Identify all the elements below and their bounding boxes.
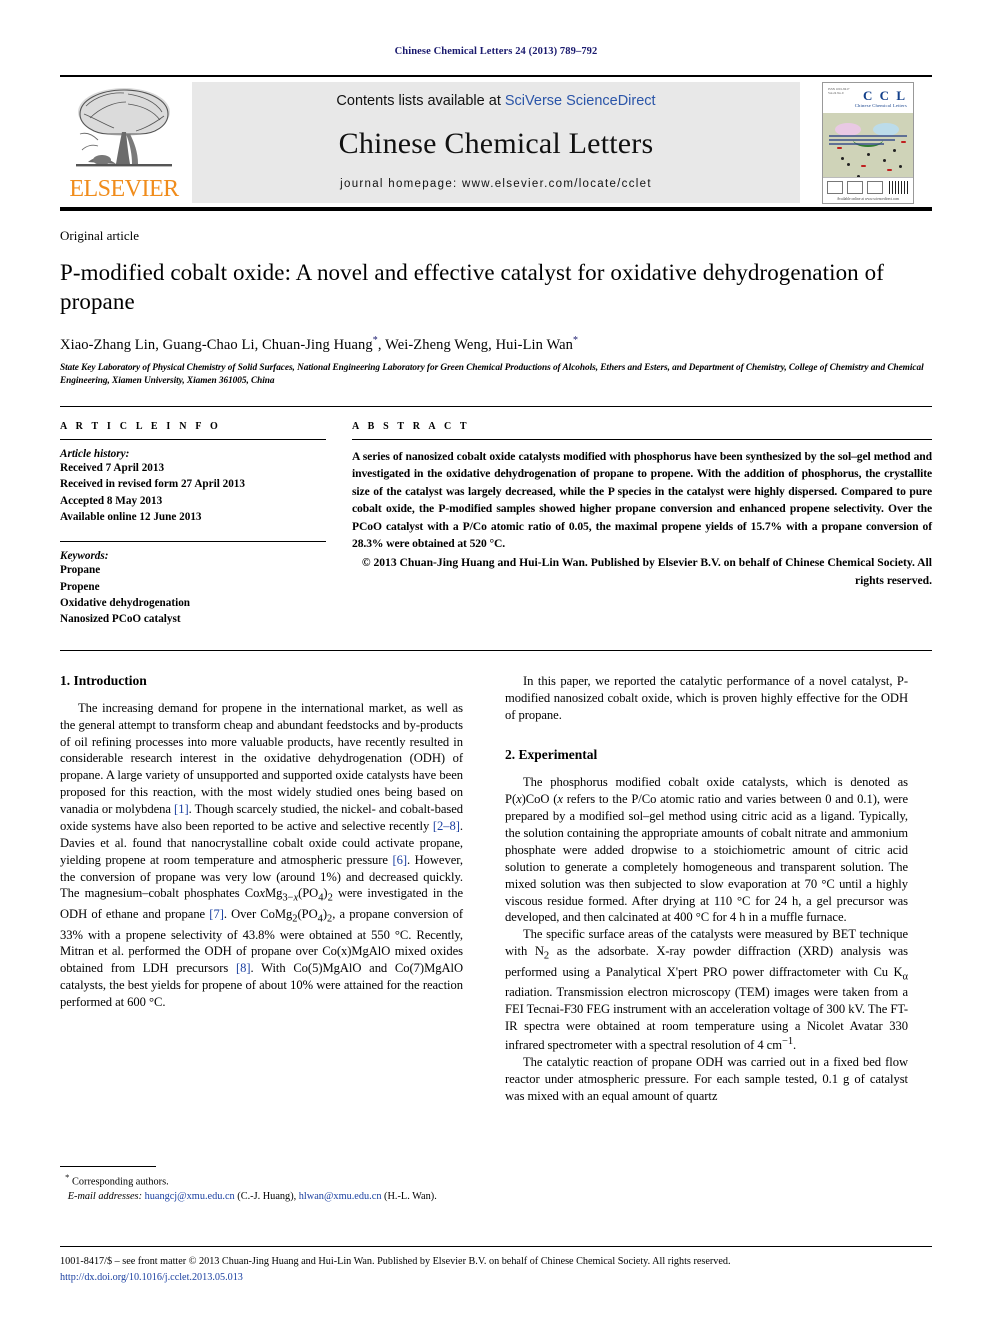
email-link-2[interactable]: hlwan@xmu.edu.cn <box>299 1191 382 1202</box>
email-link-1[interactable]: huangcj@xmu.edu.cn <box>145 1191 235 1202</box>
page-title: P-modified cobalt oxide: A novel and eff… <box>60 260 884 315</box>
intro-text-a: The increasing demand for propene in the… <box>60 700 463 817</box>
history-item: Received in revised form 27 April 2013 <box>60 478 245 491</box>
citation-ref-1[interactable]: [1] <box>174 802 189 816</box>
email-owner-1: (C.-J. Huang), <box>237 1191 297 1203</box>
abstract-copyright: © 2013 Chuan-Jing Huang and Hui-Lin Wan.… <box>361 556 932 587</box>
experimental-paragraph-3: The catalytic reaction of propane ODH wa… <box>505 1055 908 1103</box>
keywords-block: Keywords: Propane Propene Oxidative dehy… <box>60 541 326 627</box>
exp-text-c: refers to the P/Co atomic ratio and vari… <box>505 792 908 925</box>
exp-text-b: )CoO ( <box>521 792 558 807</box>
keyword-item: Nanosized PCoO catalyst <box>60 613 181 626</box>
footnote-corresponding-text: Corresponding authors. <box>72 1176 169 1188</box>
history-item: Accepted 8 May 2013 <box>60 494 163 507</box>
cover-image: ISSN 1001-8417 Vol.24 No.9 C C L Chinese … <box>822 81 914 204</box>
citation-ref-7[interactable]: [7] <box>209 907 224 921</box>
cover-ccl-subtitle: Chinese Chemical Letters <box>854 102 907 108</box>
authors-part-2: , Wei-Zheng Weng, Hui-Lin Wan <box>377 336 573 353</box>
footnote-rule <box>60 1165 156 1167</box>
doi-link[interactable]: http://dx.doi.org/10.1016/j.cclet.2013.0… <box>60 1270 932 1285</box>
citation-ref-6[interactable]: [6] <box>392 853 407 867</box>
cover-corner-text: ISSN 1001-8417 Vol.24 No.9 <box>828 86 850 96</box>
exp2-text-c: radiation. Transmission electron microsc… <box>505 985 908 1053</box>
intro-closing-paragraph: In this paper, we reported the catalytic… <box>505 673 908 722</box>
intro-paragraph: The increasing demand for propene in the… <box>60 700 463 1010</box>
article-info-heading: A R T I C L E I N F O <box>60 421 221 433</box>
left-column: 1. Introduction The increasing demand fo… <box>60 673 463 1105</box>
contents-available-line: Contents lists available at SciVerse Sci… <box>336 93 655 109</box>
front-matter-footer: 1001-8417/$ – see front matter © 2013 Ch… <box>60 1246 932 1285</box>
issn-copyright-line: 1001-8417/$ – see front matter © 2013 Ch… <box>60 1256 731 1268</box>
footnote-emails: E-mail addresses: huangcj@xmu.edu.cn (C.… <box>60 1190 463 1205</box>
journal-masthead: ELSEVIER Contents lists available at Sci… <box>60 75 932 204</box>
citation-ref-8[interactable]: [8] <box>236 961 251 975</box>
journal-homepage-link[interactable]: journal homepage: www.elsevier.com/locat… <box>340 178 652 190</box>
cover-ccl-title: C C L <box>863 87 907 103</box>
section-heading-introduction: 1. Introduction <box>60 672 147 688</box>
contents-prefix: Contents lists available at <box>336 93 501 109</box>
exp2-text-d: . <box>793 1038 797 1053</box>
journal-title: Chinese Chemical Letters <box>338 126 654 160</box>
elsevier-tree-icon <box>76 88 172 167</box>
abstract-divider <box>352 439 932 441</box>
cover-footer: Available online at www.sciencedirect.co… <box>823 176 913 203</box>
elsevier-logo: ELSEVIER <box>60 82 188 203</box>
journal-band: Contents lists available at SciVerse Sci… <box>192 82 800 203</box>
cover-artwork <box>823 112 913 183</box>
abstract-column: A B S T R A C T A series of nanosized co… <box>352 421 932 628</box>
keywords-title: Keywords: <box>60 550 109 563</box>
journal-cover-thumbnail: ISSN 1001-8417 Vol.24 No.9 C C L Chinese … <box>804 81 932 204</box>
masthead-divider <box>60 207 932 211</box>
email-owner-2: (H.-L. Wan). <box>384 1191 437 1203</box>
keyword-item: Oxidative dehydrogenation <box>60 597 191 610</box>
section-heading-experimental: 2. Experimental <box>505 747 598 763</box>
abstract-heading: A B S T R A C T <box>352 421 470 433</box>
article-info-column: A R T I C L E I N F O Article history: R… <box>60 421 326 628</box>
article-type: Original article <box>60 228 140 243</box>
keyword-item: Propane <box>60 564 101 577</box>
corresponding-author-footnote: * Corresponding authors. E-mail addresse… <box>60 1165 463 1205</box>
corresponding-marker-2: * <box>573 334 579 346</box>
running-head: Chinese Chemical Letters 24 (2013) 789–7… <box>394 46 598 57</box>
footnote-star: * <box>65 1171 70 1182</box>
body-divider <box>60 649 932 651</box>
affiliation: State Key Laboratory of Physical Chemist… <box>60 362 924 386</box>
footnote-corresponding: * Corresponding authors. <box>60 1171 463 1190</box>
journal-article-page: Chinese Chemical Letters 24 (2013) 789–7… <box>0 0 992 1323</box>
abstract-text: A series of nanosized cobalt oxide catal… <box>352 450 932 551</box>
intro-text-f: . Over CoMg <box>223 907 293 922</box>
sciencedirect-link[interactable]: SciVerse ScienceDirect <box>505 93 656 109</box>
authors-part-1: Xiao-Zhang Lin, Guang-Chao Li, Chuan-Jin… <box>60 336 373 353</box>
experimental-paragraph-1: The phosphorus modified cobalt oxide cat… <box>505 775 908 925</box>
citation-ref-2[interactable]: [2–8] <box>433 819 460 833</box>
author-list: Xiao-Zhang Lin, Guang-Chao Li, Chuan-Jin… <box>60 335 932 354</box>
right-column: In this paper, we reported the catalytic… <box>505 673 908 1105</box>
article-info-divider <box>60 439 326 441</box>
article-history-title: Article history: <box>60 448 130 461</box>
elsevier-wordmark: ELSEVIER <box>69 176 179 202</box>
body-columns: 1. Introduction The increasing demand fo… <box>60 673 932 1105</box>
keyword-item: Propene <box>60 580 100 593</box>
cover-footer-note: Available online at www.sciencedirect.co… <box>836 196 900 201</box>
history-item: Received 7 April 2013 <box>60 462 165 475</box>
info-abstract-block: A R T I C L E I N F O Article history: R… <box>60 406 932 628</box>
email-addresses-label: E-mail addresses: <box>67 1191 142 1203</box>
experimental-paragraph-2: The specific surface areas of the cataly… <box>505 927 908 1053</box>
exp2-text-b: as the adsorbate. X-ray powder diffracti… <box>505 944 908 979</box>
history-item: Available online 12 June 2013 <box>60 511 202 524</box>
